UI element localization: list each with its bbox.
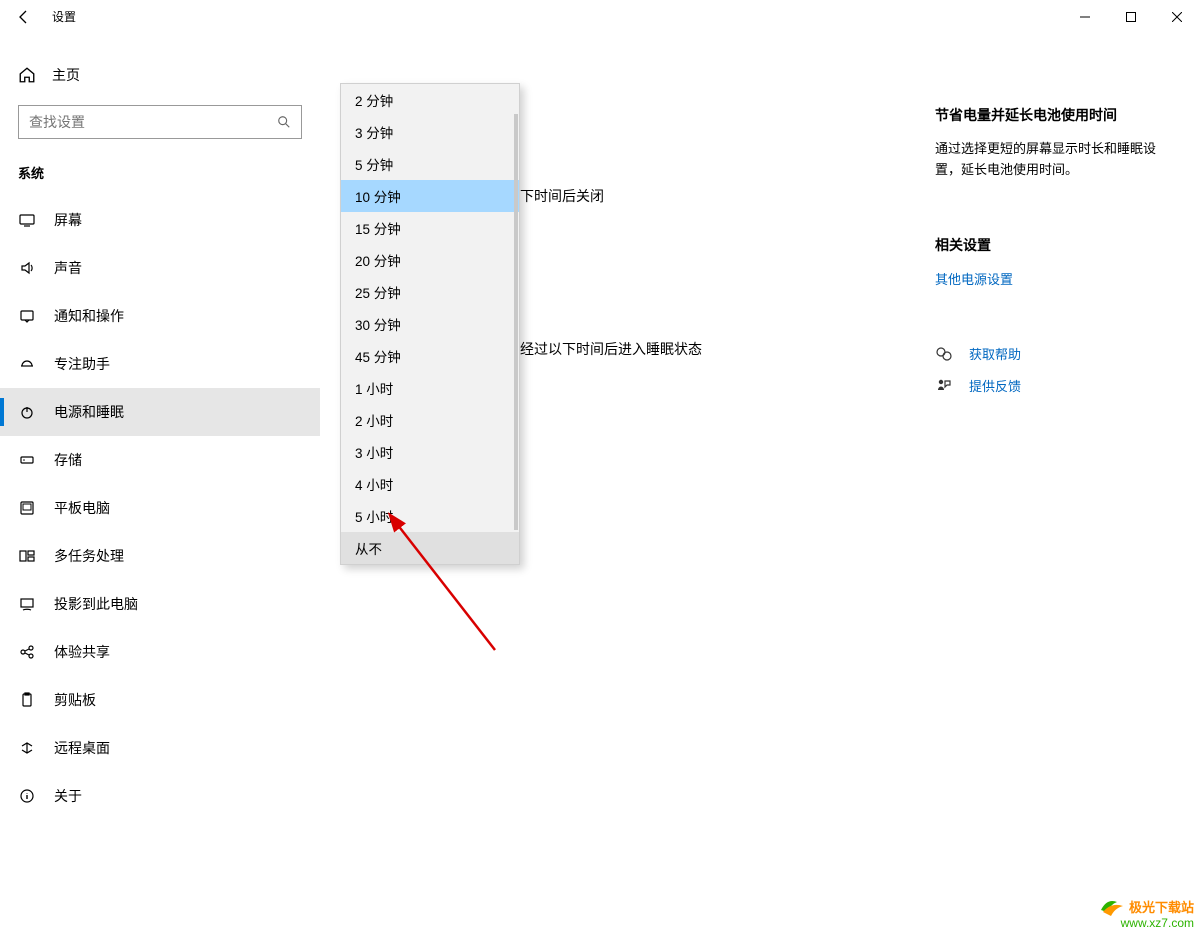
get-help-link[interactable]: 获取帮助 xyxy=(969,344,1021,363)
sidebar-item-tablet[interactable]: 平板电脑 xyxy=(0,484,320,532)
sidebar-item-label: 平板电脑 xyxy=(54,498,110,518)
sidebar-section-label: 系统 xyxy=(18,163,320,182)
dropdown-option[interactable]: 2 分钟 xyxy=(341,84,519,116)
display-icon xyxy=(18,211,36,229)
watermark-line1: 极光下载站 xyxy=(1129,897,1194,916)
search-input[interactable] xyxy=(19,114,267,130)
sidebar-item-about[interactable]: 关于 xyxy=(0,772,320,820)
sidebar-item-focus[interactable]: 专注助手 xyxy=(0,340,320,388)
sidebar-item-storage[interactable]: 存储 xyxy=(0,436,320,484)
sound-icon xyxy=(18,259,36,277)
sidebar-item-label: 存储 xyxy=(54,450,82,470)
watermark-line2: www.xz7.com xyxy=(1097,916,1194,930)
sidebar-item-clipboard[interactable]: 剪贴板 xyxy=(0,676,320,724)
sidebar-item-label: 专注助手 xyxy=(54,354,110,374)
window-title: 设置 xyxy=(52,8,76,25)
sidebar-nav-list: 屏幕声音通知和操作专注助手电源和睡眠存储平板电脑多任务处理投影到此电脑体验共享剪… xyxy=(0,196,320,820)
close-icon xyxy=(1172,12,1182,22)
minimize-button[interactable] xyxy=(1062,0,1108,33)
dropdown-option[interactable]: 3 分钟 xyxy=(341,116,519,148)
sleep-partial-text: 经过以下时间后进入睡眠状态 xyxy=(520,339,702,359)
dropdown-option[interactable]: 5 分钟 xyxy=(341,148,519,180)
sidebar-item-label: 声音 xyxy=(54,258,82,278)
tablet-icon xyxy=(18,499,36,517)
dropdown-scrollbar[interactable] xyxy=(514,114,518,530)
notifications-icon xyxy=(18,307,36,325)
sidebar-home-label: 主页 xyxy=(52,65,80,85)
dropdown-option[interactable]: 4 小时 xyxy=(341,468,519,500)
close-button[interactable] xyxy=(1154,0,1200,33)
right-info-column: 节省电量并延长电池使用时间 通过选择更短的屏幕显示时长和睡眠设置，延长电池使用时… xyxy=(935,105,1175,402)
dropdown-option[interactable]: 从不 xyxy=(341,532,519,564)
multitask-icon xyxy=(18,547,36,565)
maximize-icon xyxy=(1126,12,1136,22)
sidebar-item-label: 电源和睡眠 xyxy=(54,402,124,422)
dropdown-option[interactable]: 15 分钟 xyxy=(341,212,519,244)
sidebar: 主页 系统 屏幕声音通知和操作专注助手电源和睡眠存储平板电脑多任务处理投影到此电… xyxy=(0,33,320,932)
sidebar-item-label: 屏幕 xyxy=(54,210,82,230)
dropdown-option[interactable]: 10 分钟 xyxy=(341,180,519,212)
remote-icon xyxy=(18,739,36,757)
shared-icon xyxy=(18,643,36,661)
sidebar-item-display[interactable]: 屏幕 xyxy=(0,196,320,244)
maximize-button[interactable] xyxy=(1108,0,1154,33)
search-icon xyxy=(267,115,301,129)
sidebar-item-notifications[interactable]: 通知和操作 xyxy=(0,292,320,340)
search-box[interactable] xyxy=(18,105,302,139)
sidebar-item-shared[interactable]: 体验共享 xyxy=(0,628,320,676)
clipboard-icon xyxy=(18,691,36,709)
sidebar-item-projecting[interactable]: 投影到此电脑 xyxy=(0,580,320,628)
dropdown-option[interactable]: 20 分钟 xyxy=(341,244,519,276)
dropdown-option[interactable]: 25 分钟 xyxy=(341,276,519,308)
sidebar-item-label: 剪贴板 xyxy=(54,690,96,710)
screen-off-partial-text: 下时间后关闭 xyxy=(520,186,604,206)
sidebar-item-label: 通知和操作 xyxy=(54,306,124,326)
about-icon xyxy=(18,787,36,805)
arrow-left-icon xyxy=(16,9,32,25)
watermark: 极光下载站 www.xz7.com xyxy=(1097,896,1194,930)
titlebar: 设置 xyxy=(0,0,1200,33)
dropdown-option[interactable]: 1 小时 xyxy=(341,372,519,404)
sidebar-item-label: 远程桌面 xyxy=(54,738,110,758)
dropdown-option[interactable]: 30 分钟 xyxy=(341,308,519,340)
dropdown-option[interactable]: 3 小时 xyxy=(341,436,519,468)
sidebar-item-label: 体验共享 xyxy=(54,642,110,662)
time-dropdown-list[interactable]: 2 分钟3 分钟5 分钟10 分钟15 分钟20 分钟25 分钟30 分钟45 … xyxy=(340,83,520,565)
help-icon xyxy=(935,346,953,362)
sidebar-item-sound[interactable]: 声音 xyxy=(0,244,320,292)
get-help-row[interactable]: 获取帮助 xyxy=(935,338,1175,370)
tip-body: 通过选择更短的屏幕显示时长和睡眠设置，延长电池使用时间。 xyxy=(935,139,1175,181)
sidebar-home[interactable]: 主页 xyxy=(0,55,320,95)
projecting-icon xyxy=(18,595,36,613)
sidebar-item-power[interactable]: 电源和睡眠 xyxy=(0,388,320,436)
focus-icon xyxy=(18,355,36,373)
storage-icon xyxy=(18,451,36,469)
minimize-icon xyxy=(1080,12,1090,22)
watermark-logo-icon xyxy=(1097,896,1125,916)
dropdown-option[interactable]: 2 小时 xyxy=(341,404,519,436)
dropdown-option[interactable]: 45 分钟 xyxy=(341,340,519,372)
dropdown-option[interactable]: 5 小时 xyxy=(341,500,519,532)
sidebar-item-label: 关于 xyxy=(54,786,82,806)
give-feedback-link[interactable]: 提供反馈 xyxy=(969,376,1021,395)
related-link-other-power[interactable]: 其他电源设置 xyxy=(935,269,1175,288)
back-button[interactable] xyxy=(0,0,48,33)
sidebar-item-label: 投影到此电脑 xyxy=(54,594,138,614)
sidebar-item-remote[interactable]: 远程桌面 xyxy=(0,724,320,772)
sidebar-item-label: 多任务处理 xyxy=(54,546,124,566)
tip-heading: 节省电量并延长电池使用时间 xyxy=(935,105,1175,125)
feedback-icon xyxy=(935,378,953,394)
related-heading: 相关设置 xyxy=(935,235,1175,255)
sidebar-item-multitask[interactable]: 多任务处理 xyxy=(0,532,320,580)
give-feedback-row[interactable]: 提供反馈 xyxy=(935,370,1175,402)
power-icon xyxy=(18,403,36,421)
home-icon xyxy=(18,66,36,84)
